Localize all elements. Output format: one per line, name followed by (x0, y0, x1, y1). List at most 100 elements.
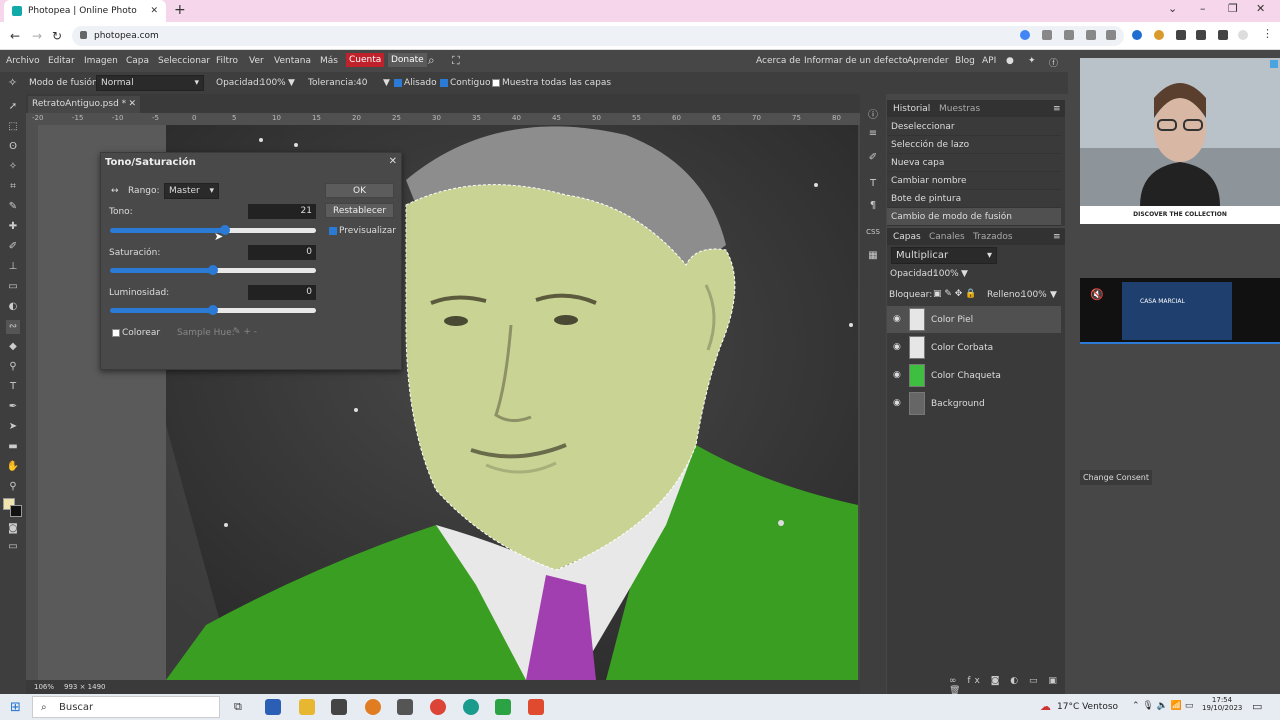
alisado-checkbox[interactable]: Alisado (394, 78, 437, 88)
visibility-eye-icon[interactable]: ◉ (893, 314, 901, 324)
search-icon[interactable]: ⌕ (428, 53, 435, 68)
ad-choices-icon[interactable] (1270, 60, 1278, 68)
shape-tool-icon[interactable]: ▬ (6, 440, 20, 454)
layer-row[interactable]: ◉ Background (887, 390, 1061, 417)
visibility-eye-icon[interactable]: ◉ (893, 370, 901, 380)
layer-blend-select[interactable]: Multiplicar ▾ (891, 247, 997, 264)
task-view-icon[interactable]: ⧉ (234, 700, 242, 714)
weather-icon[interactable]: ☁ (1040, 700, 1051, 713)
star-icon[interactable] (1106, 30, 1116, 40)
magic-wand-tool-icon[interactable]: ✧ (6, 160, 20, 174)
menu-ventana[interactable]: Ventana (274, 56, 311, 66)
app-icon[interactable] (331, 699, 347, 715)
layer-row[interactable]: ◉ Color Corbata (887, 334, 1061, 361)
history-item[interactable]: Deseleccionar (887, 118, 1061, 136)
more-menu-icon[interactable]: ⋮ (1262, 27, 1273, 40)
brush-icon[interactable]: ✐ (866, 152, 880, 166)
download-icon[interactable] (1196, 30, 1206, 40)
move-tool-icon[interactable]: ➚ (6, 100, 20, 114)
visibility-eye-icon[interactable]: ◉ (893, 342, 901, 352)
rango-select[interactable]: Master ▾ (164, 183, 219, 199)
document-tab[interactable]: RetratoAntiguo.psd * ✕ (28, 96, 140, 113)
background-color-swatch[interactable] (10, 505, 22, 517)
menu-capa[interactable]: Capa (126, 56, 149, 66)
luminosidad-input[interactable]: 0 (248, 285, 316, 300)
menu-imagen[interactable]: Imagen (84, 56, 118, 66)
tolerance-dropdown-icon[interactable]: ▼ (383, 78, 390, 88)
path-select-tool-icon[interactable]: ➤ (6, 420, 20, 434)
tono-input[interactable]: 21 (248, 204, 316, 219)
paragraph-icon[interactable]: ¶ (866, 200, 880, 214)
windows-start-icon[interactable]: ⊞ (10, 700, 21, 715)
saturacion-input[interactable]: 0 (248, 245, 316, 260)
panel-menu-icon[interactable]: ≡ (1053, 232, 1061, 242)
word-icon[interactable] (265, 699, 281, 715)
tab-muestras[interactable]: Muestras (939, 104, 980, 114)
screen-mode-icon[interactable]: ▭ (6, 540, 20, 554)
mute-icon[interactable]: 🔇 (1090, 288, 1104, 301)
notification-icon[interactable]: ▭ (1252, 700, 1262, 713)
css-icon[interactable]: CSS (866, 228, 880, 242)
extension-cookie-icon[interactable] (1154, 30, 1164, 40)
tab-canales[interactable]: Canales (929, 232, 965, 242)
window-close-button[interactable]: ✕ (1256, 2, 1265, 15)
crop-tool-icon[interactable]: ⌗ (6, 180, 20, 194)
lasso-tool-icon[interactable]: ʘ (6, 140, 20, 154)
close-document-icon[interactable]: ✕ (128, 96, 136, 113)
character-icon[interactable]: T (866, 178, 880, 192)
history-item[interactable]: Selección de lazo (887, 136, 1061, 154)
menu-mas[interactable]: Más (320, 56, 338, 66)
restablecer-button[interactable]: Restablecer (325, 203, 394, 218)
inkscape-icon[interactable] (397, 699, 413, 715)
back-icon[interactable]: ← (10, 29, 20, 43)
saturacion-slider-knob[interactable] (208, 265, 218, 275)
extension-blue-icon[interactable] (1132, 30, 1142, 40)
weather-text[interactable]: 17°C Ventoso (1057, 702, 1118, 712)
menu-filtro[interactable]: Filtro (216, 56, 238, 66)
tono-slider[interactable] (110, 225, 316, 235)
eraser-tool-icon[interactable]: ▭ (6, 280, 20, 294)
sponge-tool-icon[interactable]: ∾ (6, 320, 20, 334)
zoom-level[interactable]: 106% (34, 683, 54, 691)
eyedropper-icon[interactable]: ✎ + - (233, 327, 257, 337)
layer-row[interactable]: ◉ Color Chaqueta (887, 362, 1061, 389)
ok-button[interactable]: OK (325, 183, 394, 198)
system-tray-icons[interactable]: ⌃ 🎙 🔈 📶 ▭ (1132, 701, 1193, 711)
blender-icon[interactable] (365, 699, 381, 715)
history-item-active[interactable]: Cambio de modo de fusión (887, 208, 1061, 226)
info-icon[interactable]: ⓘ (866, 106, 880, 121)
ad-video[interactable]: 🔇 CASA MARCIAL (1080, 278, 1280, 344)
twitter-icon[interactable]: ✦ (1028, 56, 1036, 66)
facebook-icon[interactable]: ⓕ (1049, 56, 1058, 69)
tab-capas[interactable]: Capas (893, 232, 921, 242)
ad-banner[interactable]: DISCOVER THE COLLECTION (1080, 58, 1280, 224)
contiguo-checkbox[interactable]: Contiguo (440, 78, 490, 88)
link-acerca[interactable]: Acerca de (756, 56, 801, 66)
healing-tool-icon[interactable]: ✚ (6, 220, 20, 234)
history-item[interactable]: Nueva capa (887, 154, 1061, 172)
page-icon[interactable] (1064, 30, 1074, 40)
change-consent-button[interactable]: Change Consent (1080, 470, 1152, 485)
url-field[interactable]: photopea.com (72, 26, 1124, 46)
fill-input[interactable]: 100% (1021, 290, 1047, 300)
opacity-dropdown-icon[interactable]: ▼ (288, 78, 295, 88)
stamp-tool-icon[interactable]: ⊥ (6, 260, 20, 274)
reload-icon[interactable]: ↻ (52, 29, 62, 43)
blur-tool-icon[interactable]: ◆ (6, 340, 20, 354)
donate-button[interactable]: Donate (388, 53, 427, 67)
taskbar-search[interactable]: ⌕ Buscar (32, 696, 220, 718)
opacity-input[interactable]: 100% (260, 78, 286, 88)
chrome-profile-icon[interactable] (463, 699, 479, 715)
visibility-eye-icon[interactable]: ◉ (893, 398, 901, 408)
colorear-checkbox[interactable]: Colorear (112, 328, 160, 338)
pen-tool-icon[interactable]: ✒ (6, 400, 20, 414)
menu-ver[interactable]: Ver (249, 56, 264, 66)
layer-opacity-input[interactable]: 100% (933, 269, 959, 279)
link-blog[interactable]: Blog (955, 56, 975, 66)
image-icon[interactable]: ▦ (866, 250, 880, 264)
forward-icon[interactable]: → (32, 29, 42, 43)
tab-historial[interactable]: Historial (893, 104, 930, 114)
link-aprender[interactable]: Aprender (907, 56, 949, 66)
profile-icon[interactable] (1238, 30, 1248, 40)
reddit-icon[interactable]: ● (1006, 56, 1014, 66)
